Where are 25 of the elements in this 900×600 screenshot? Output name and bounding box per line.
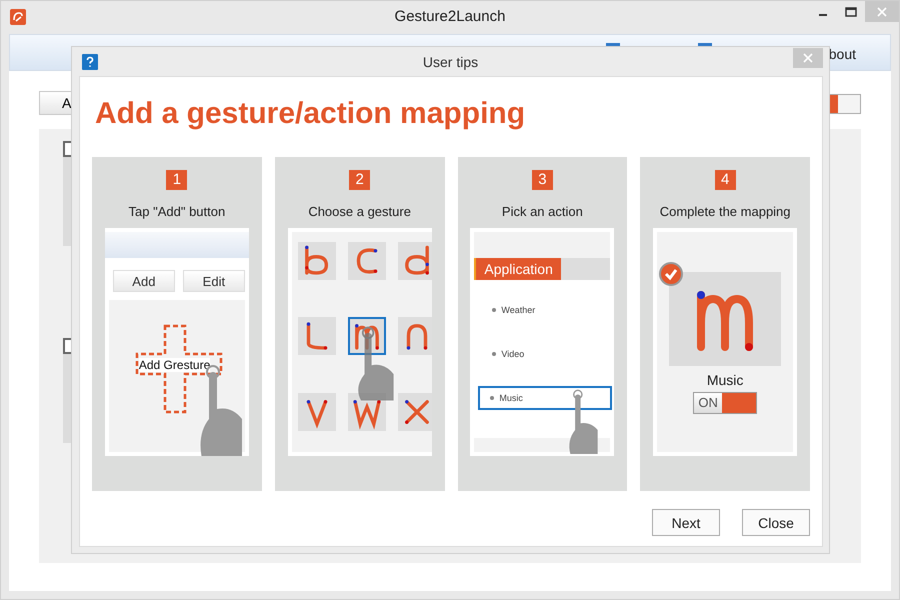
step-caption: Complete the mapping bbox=[660, 204, 791, 219]
step-number: 2 bbox=[349, 170, 370, 190]
step-caption: Choose a gesture bbox=[308, 204, 411, 219]
step-caption: Pick an action bbox=[502, 204, 583, 219]
dialog-title: User tips bbox=[422, 54, 478, 70]
help-icon bbox=[82, 54, 98, 70]
step-number: 3 bbox=[532, 170, 553, 190]
maximize-icon bbox=[845, 6, 857, 16]
action-item: Weather bbox=[474, 298, 610, 322]
next-button[interactable]: Next bbox=[652, 509, 720, 536]
app-logo-icon bbox=[10, 8, 26, 24]
minimize-icon bbox=[819, 14, 827, 16]
dashed-plus-icon bbox=[134, 324, 225, 414]
window-title: Gesture2Launch bbox=[394, 8, 506, 25]
toggle-switch[interactable] bbox=[829, 94, 861, 114]
close-button[interactable]: Close bbox=[742, 509, 810, 536]
action-item: Music bbox=[478, 386, 612, 410]
add-gesture-label: Add Gresture bbox=[138, 358, 210, 372]
close-icon bbox=[877, 6, 887, 16]
action-label: Music bbox=[706, 372, 744, 388]
action-item: Video bbox=[474, 342, 610, 366]
step-number: 4 bbox=[714, 170, 736, 190]
step-caption: Tap "Add" button bbox=[128, 204, 226, 219]
step-number: 1 bbox=[166, 170, 188, 190]
close-icon bbox=[803, 53, 813, 63]
